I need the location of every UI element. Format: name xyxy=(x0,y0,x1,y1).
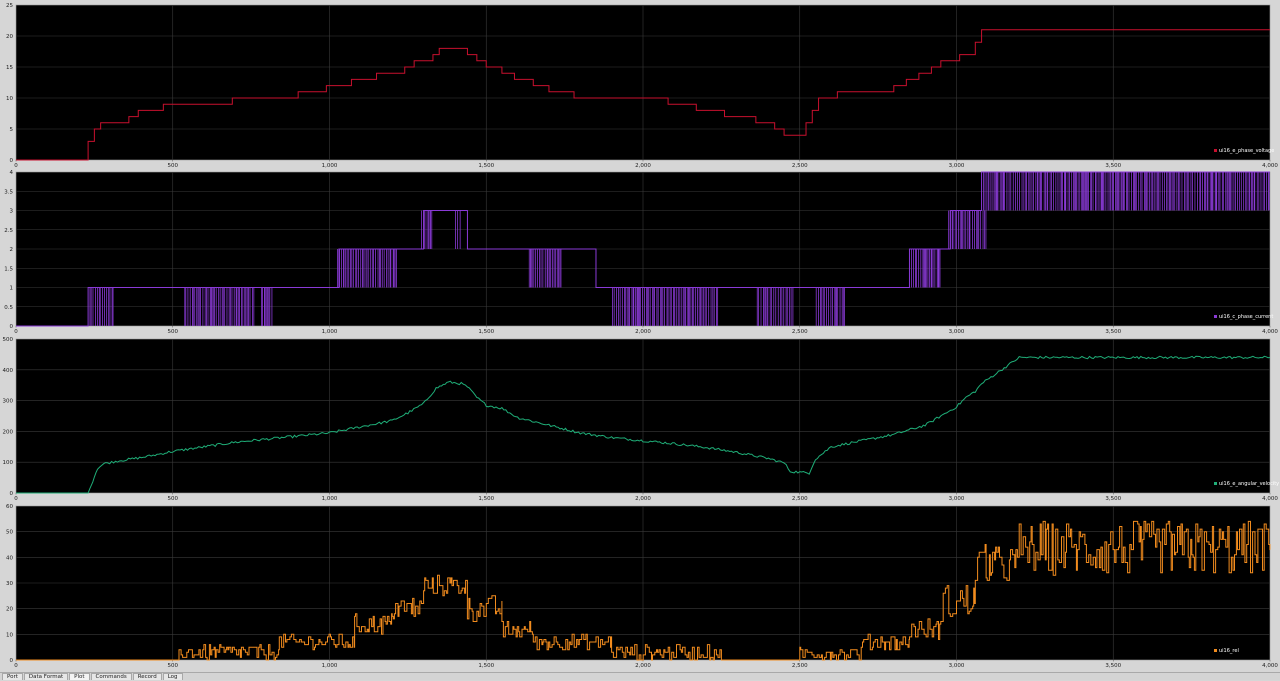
tab-log[interactable]: Log xyxy=(162,673,183,680)
legend-label: ui16_rel xyxy=(1219,648,1239,654)
y-tick-label: 10 xyxy=(6,96,13,102)
y-tick-label: 0 xyxy=(10,491,14,497)
y-tick-label: 3 xyxy=(10,209,14,215)
tab-data-format[interactable]: Data Format xyxy=(23,673,69,680)
x-tick-label: 1,000 xyxy=(322,496,338,502)
y-tick-label: 400 xyxy=(3,368,14,374)
legend: ui16_e_angular_velocity xyxy=(1214,481,1279,487)
x-tick-label: 3,000 xyxy=(949,663,965,669)
legend-swatch xyxy=(1214,649,1217,652)
x-tick-label: 1,500 xyxy=(478,496,494,502)
plot-panel: 0 500 1,000 1,500 2,000 2,500 3,000 3,500 4,000 0… xyxy=(6,3,1278,169)
plot-area: 0 500 1,000 1,500 2,000 2,500 3,000 3,500 4,0000… xyxy=(3,3,1280,669)
y-tick-label: 20 xyxy=(6,34,13,40)
y-tick-label: 30 xyxy=(6,581,13,587)
x-tick-label: 1,500 xyxy=(478,163,494,169)
y-tick-label: 1.5 xyxy=(4,266,13,272)
legend-swatch xyxy=(1214,482,1217,485)
legend-label: ui16_e_phase_voltage xyxy=(1219,148,1274,154)
y-tick-label: 0.5 xyxy=(4,305,13,311)
y-tick-label: 2.5 xyxy=(4,228,13,234)
x-tick-label: 2,000 xyxy=(635,663,651,669)
x-tick-label: 4,000 xyxy=(1262,496,1278,502)
tab-commands[interactable]: Commands xyxy=(90,673,132,680)
legend-label: ui16_e_angular_velocity xyxy=(1219,481,1279,487)
x-tick-label: 1,000 xyxy=(322,329,338,335)
x-tick-label: 3,000 xyxy=(949,329,965,335)
y-tick-label: 4 xyxy=(10,170,14,176)
x-tick-label: 3,500 xyxy=(1105,663,1121,669)
y-tick-label: 0 xyxy=(10,324,14,330)
y-tick-label: 2 xyxy=(10,247,14,253)
x-tick-label: 500 xyxy=(168,163,179,169)
x-tick-label: 3,000 xyxy=(949,163,965,169)
x-tick-label: 2,000 xyxy=(635,163,651,169)
y-tick-label: 10 xyxy=(6,632,13,638)
x-tick-label: 3,500 xyxy=(1105,496,1121,502)
x-tick-label: 0 xyxy=(14,163,18,169)
y-tick-label: 500 xyxy=(3,337,14,343)
legend-swatch xyxy=(1214,315,1217,318)
tab-bar: Port Data Format Plot Commands Record Lo… xyxy=(0,672,1280,680)
x-tick-label: 3,000 xyxy=(949,496,965,502)
x-tick-label: 2,500 xyxy=(792,329,808,335)
x-tick-label: 2,500 xyxy=(792,163,808,169)
x-tick-label: 3,500 xyxy=(1105,163,1121,169)
legend-swatch xyxy=(1214,149,1217,152)
y-tick-label: 0 xyxy=(10,158,14,164)
x-tick-label: 1,500 xyxy=(478,329,494,335)
legend: ui16_c_phase_current xyxy=(1214,314,1273,320)
y-tick-label: 1 xyxy=(10,286,14,292)
legend-label: ui16_c_phase_current xyxy=(1219,314,1273,320)
x-tick-label: 500 xyxy=(168,663,179,669)
y-tick-label: 3.5 xyxy=(4,189,13,195)
y-tick-label: 20 xyxy=(6,607,13,613)
x-tick-label: 2,000 xyxy=(635,329,651,335)
y-tick-label: 25 xyxy=(6,3,13,9)
y-tick-label: 100 xyxy=(3,460,14,466)
x-tick-label: 500 xyxy=(168,329,179,335)
y-tick-label: 15 xyxy=(6,65,13,71)
y-tick-label: 200 xyxy=(3,429,14,435)
x-tick-label: 2,000 xyxy=(635,496,651,502)
y-tick-label: 0 xyxy=(10,658,14,664)
x-tick-label: 1,500 xyxy=(478,663,494,669)
tab-port[interactable]: Port xyxy=(2,673,23,680)
x-tick-label: 4,000 xyxy=(1262,329,1278,335)
legend: ui16_e_phase_voltage xyxy=(1214,148,1274,154)
x-tick-label: 1,000 xyxy=(322,163,338,169)
y-tick-label: 5 xyxy=(10,127,14,133)
y-tick-label: 40 xyxy=(6,555,13,561)
plot-panel: 0 500 1,000 1,500 2,000 2,500 3,000 3,500 4,000 0… xyxy=(4,170,1278,335)
x-tick-label: 0 xyxy=(14,329,18,335)
x-tick-label: 0 xyxy=(14,663,18,669)
x-tick-label: 2,500 xyxy=(792,496,808,502)
tab-record[interactable]: Record xyxy=(132,673,162,680)
x-tick-label: 4,000 xyxy=(1262,663,1278,669)
y-tick-label: 60 xyxy=(6,504,13,510)
x-tick-label: 1,000 xyxy=(322,663,338,669)
x-tick-label: 500 xyxy=(168,496,179,502)
plot-panel: 0 500 1,000 1,500 2,000 2,500 3,000 3,500 4,000 0… xyxy=(3,337,1280,502)
x-tick-label: 2,500 xyxy=(792,663,808,669)
y-tick-label: 300 xyxy=(3,399,14,405)
x-tick-label: 3,500 xyxy=(1105,329,1121,335)
x-tick-label: 0 xyxy=(14,496,18,502)
x-tick-label: 4,000 xyxy=(1262,163,1278,169)
y-tick-label: 50 xyxy=(6,530,13,536)
plot-panel: 0 500 1,000 1,500 2,000 2,500 3,000 3,500 4,000 0… xyxy=(6,504,1278,669)
tab-plot[interactable]: Plot xyxy=(69,673,90,680)
